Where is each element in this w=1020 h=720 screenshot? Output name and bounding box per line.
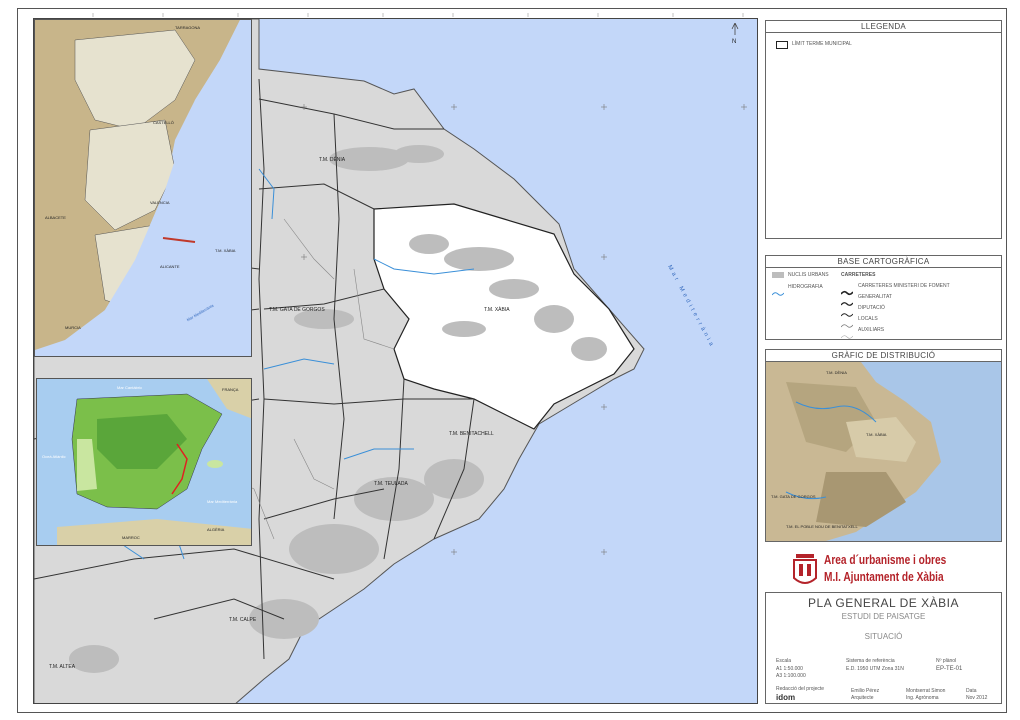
sheet-name: SITUACIÓ (864, 632, 903, 641)
iberia-label-med: Mar Mediterrània (207, 499, 238, 504)
dist-label-denia: T.M. DÈNIA (826, 370, 847, 375)
inset-label-albacete: ALBACETE (45, 215, 66, 220)
coordinate-ticks (33, 9, 758, 17)
org-line1: Area d´urbanisme i obres (824, 552, 947, 567)
iberia-inset-graphic (57, 379, 251, 545)
inset-label-murcia: MURCIA (65, 325, 81, 330)
firm-logo: idom (776, 693, 796, 702)
road-label-diputacio: DIPUTACIÓ (858, 305, 885, 311)
iberia-inset[interactable]: Mar Cantàbric Oceà Atlàntic Mar Mediterr… (36, 378, 252, 546)
scale-a1: A1 1:50.000 (776, 666, 803, 672)
road-label-fomento: CARRETERES MINISTERI DE FOMENT (858, 283, 950, 289)
road-label-auxiliars: AUXILIARS (858, 327, 885, 333)
dist-label-gata: T.M. GATA DE GORGOS (771, 494, 816, 499)
inset-label-valencia: VALENCIA (150, 200, 170, 205)
date-label: Data (966, 688, 977, 694)
distribution-title: GRÀFIC DE DISTRIBUCIÓ (766, 350, 1001, 362)
label-denia: T.M. DÈNIA (319, 157, 346, 163)
org-line2: M.I. Ajuntament de Xàbia (824, 569, 944, 584)
person1: Emilio Pérez (851, 688, 880, 694)
iberia-label-atlantic: Oceà Atlàntic (42, 454, 66, 459)
iberia-label-france: FRANÇA (222, 387, 239, 392)
scale-a3: A3 1:100.000 (776, 673, 806, 679)
road-label-locals: LOCALS (858, 316, 878, 322)
title-block: PLA GENERAL DE XÀBIA ESTUDI DE PAISATGE … (765, 592, 1002, 704)
legend-panel: LLEGENDA LÍMIT TERME MUNICIPAL (765, 20, 1002, 239)
scale-label: Escala (776, 658, 792, 664)
urban-swatch (772, 272, 784, 278)
dist-label-benitatxell: T.M. EL POBLE NOU DE BENITATXELL (786, 524, 858, 529)
urban-label: NUCLIS URBANS (788, 272, 829, 278)
label-xabia: T.M. XÀBIA (484, 307, 510, 313)
legend-title: LLEGENDA (766, 21, 1001, 33)
iberia-label-morocco: MARROC (122, 535, 140, 540)
ref-value: E.D. 1950 UTM Zona 31N (846, 666, 904, 672)
road-label-generalitat: GENERALITAT (858, 294, 892, 300)
main-map[interactable]: N Mar Mediterrània T.M. DÈNIA T.M. XÀBIA… (33, 18, 758, 704)
distribution-map[interactable]: T.M. DÈNIA T.M. XÀBIA T.M. GATA DE GORGO… (766, 362, 1001, 541)
date-value: Nov 2012 (966, 695, 988, 701)
plan-no-label: Nº plànol (936, 658, 957, 664)
label-gata: T.M. GATA DE GORGOS (269, 307, 325, 313)
region-inset-graphic (35, 20, 251, 356)
inset-label-castello: CASTELLÓ (153, 120, 174, 125)
hydro-icon (771, 284, 785, 302)
dist-label-xabia: T.M. XÀBIA (866, 432, 887, 437)
region-inset[interactable]: TARRAGONA CASTELLÓ VALENCIA ALBACETE ALI… (34, 19, 252, 357)
roads-title: CARRETERES (841, 272, 876, 278)
base-panel: BASE CARTOGRÀFICA NUCLIS URBANS HIDROGRA… (765, 255, 1002, 340)
plan-no: EP-TE-01 (936, 666, 963, 672)
legend-boundary-label: LÍMIT TERME MUNICIPAL (792, 41, 852, 47)
person2-role: Ing. Agrònoma (906, 695, 939, 701)
project-subtitle: ESTUDI DE PAISATGE (841, 612, 926, 621)
inset-label-xabia: T.M. XÀBIA (215, 248, 236, 253)
ref-label: Sistema de referència (846, 658, 895, 664)
author-label: Redacció del projecte (776, 686, 825, 692)
person2: Montserrat Simon (906, 688, 946, 694)
road-icon-auxiliars (840, 327, 854, 345)
hydro-label: HIDROGRAFIA (788, 284, 823, 290)
distribution-panel: GRÀFIC DE DISTRIBUCIÓ T.M. DÈNIA T.M. XÀ… (765, 349, 1002, 542)
inset-label-alicante: ALICANTE (160, 264, 180, 269)
label-altea: T.M. ALTEA (49, 664, 76, 670)
legend-boundary-swatch (776, 41, 788, 49)
distribution-map-graphic (766, 362, 941, 541)
label-calpe: T.M. CALPE (229, 617, 257, 623)
label-benitachell: T.M. BENITACHELL (449, 431, 494, 437)
iberia-label-algeria: ALGÈRIA (207, 527, 225, 532)
project-title: PLA GENERAL DE XÀBIA (808, 596, 959, 610)
inset-label-tarragona: TARRAGONA (175, 25, 201, 30)
coat-of-arms-icon (790, 550, 820, 590)
person1-role: Arquitecte (851, 695, 874, 701)
north-label: N (732, 39, 737, 45)
iberia-label-cantabric: Mar Cantàbric (117, 385, 143, 390)
label-teulada: T.M. TEULADA (374, 481, 408, 487)
base-title: BASE CARTOGRÀFICA (766, 256, 1001, 268)
